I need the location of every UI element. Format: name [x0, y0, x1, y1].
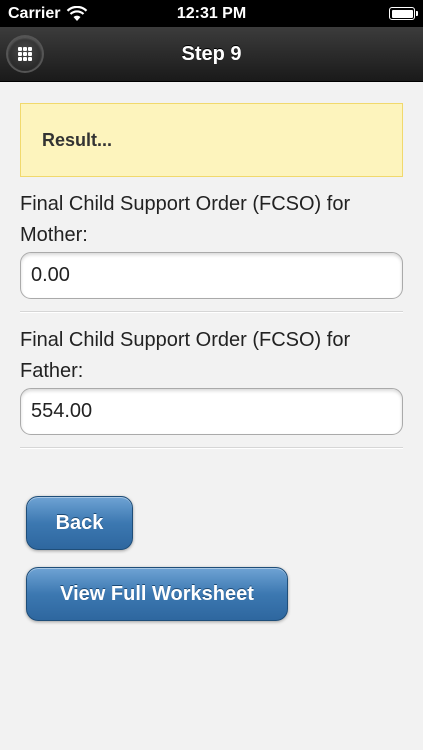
status-left: Carrier: [8, 5, 88, 23]
carrier-label: Carrier: [8, 4, 61, 22]
view-full-worksheet-button[interactable]: View Full Worksheet: [26, 567, 288, 621]
wifi-icon: [67, 5, 88, 21]
header-bar: Step 9: [0, 27, 423, 82]
status-bar: Carrier 12:31 PM: [0, 0, 423, 27]
mother-fcso-input[interactable]: [20, 252, 403, 299]
mother-fcso-label: Final Child Support Order (FCSO) for Mot…: [20, 193, 351, 246]
divider: [20, 311, 403, 312]
menu-button[interactable]: [8, 37, 42, 71]
result-banner: Result...: [20, 103, 403, 177]
father-fcso-input[interactable]: [20, 388, 403, 435]
page-title: Step 9: [181, 42, 242, 65]
father-fcso-label: Final Child Support Order (FCSO) for Fat…: [20, 329, 351, 382]
battery-fill: [391, 9, 413, 18]
back-button[interactable]: Back: [26, 496, 133, 550]
divider: [20, 447, 403, 448]
result-text: Result...: [42, 129, 113, 150]
content-area: Result... Final Child Support Order (FCS…: [0, 82, 423, 750]
battery-icon: [389, 7, 418, 20]
grid-icon: [18, 47, 32, 61]
